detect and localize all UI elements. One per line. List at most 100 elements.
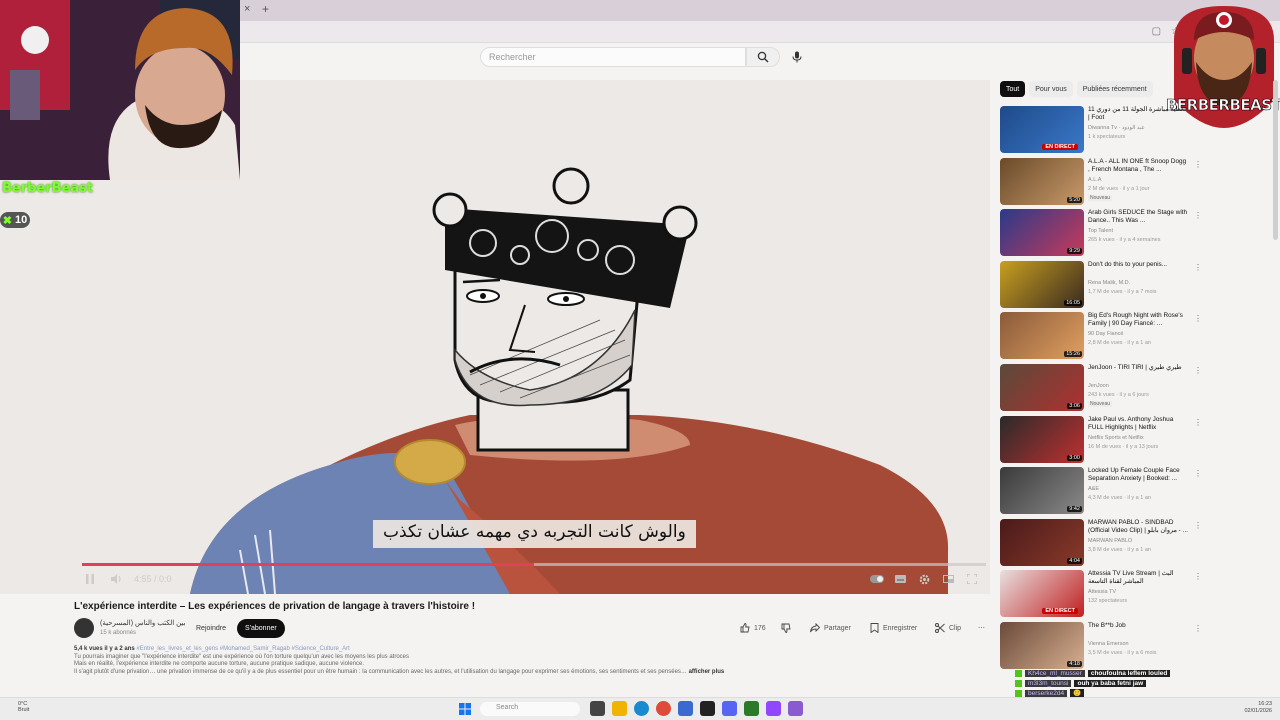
more-actions-button[interactable]: ⋯	[978, 620, 985, 636]
store-icon[interactable]	[678, 701, 693, 716]
weather-widget[interactable]: 0°C Bruit	[18, 701, 29, 713]
channel-avatar[interactable]	[74, 618, 94, 638]
page-scrollbar[interactable]	[1273, 80, 1278, 240]
more-options-icon[interactable]: ⋮	[1194, 160, 1202, 169]
recommendation-item[interactable]: 4:04 MARWAN PABLO - SINDBAD (Official Vid…	[1000, 518, 1202, 568]
more-options-icon[interactable]: ⋮	[1194, 211, 1202, 220]
recommendation-item[interactable]: 9:42 Locked Up Female Couple Face Separat…	[1000, 467, 1202, 516]
description-line: Il s'agit plutôt d'une privation… une pr…	[74, 669, 687, 676]
pause-button[interactable]	[82, 570, 98, 588]
recommendation-item[interactable]: 3:06 JenJoon - TIRI TIRI | طيري طيري JenJo…	[1000, 364, 1202, 413]
more-options-icon[interactable]: ⋮	[1194, 418, 1202, 427]
recommendation-meta: 132 spectateurs	[1088, 598, 1128, 605]
more-options-icon[interactable]: ⋮	[1194, 263, 1202, 272]
video-description[interactable]: 5,4 k vues il y a 2 ans #Entre_les_livre…	[74, 646, 954, 692]
chat-text: ouh ya baba fetni jaw	[1074, 679, 1147, 687]
recommendation-channel: Netflix Sports et Netflix	[1088, 434, 1144, 441]
subtitles-button[interactable]	[894, 570, 906, 588]
settings-button[interactable]	[918, 570, 930, 588]
tab-close-button[interactable]: ×	[244, 3, 250, 15]
chat-message: m3l3m_tounsi ouh ya baba fetni jaw	[1015, 678, 1269, 688]
recommendation-thumbnail[interactable]: 3:00	[1000, 415, 1084, 463]
recommendation-item[interactable]: 4:18 The B**b Job Vienna Emerson 3,5 M de v…	[1000, 622, 1202, 671]
recommendation-thumbnail[interactable]: 16:05	[1000, 260, 1084, 308]
edge-icon[interactable]	[634, 701, 649, 716]
viewer-count-badge: ✖ 10	[0, 212, 30, 228]
taskbar-search[interactable]: Search	[480, 702, 580, 716]
save-button[interactable]: Enregistrer	[870, 620, 917, 636]
more-options-icon[interactable]: ⋮	[1194, 521, 1202, 530]
recommendation-item[interactable]: 9:29 Arab Girls SEDUCE the Stage with Dan…	[1000, 209, 1202, 258]
stream-chat-overlay: Kh4ce_ml_musser choufoulna leflem louled…	[1015, 668, 1269, 698]
show-more-link[interactable]: afficher plus	[689, 669, 725, 675]
recommendation-thumbnail[interactable]: 5:20	[1000, 157, 1084, 205]
fullscreen-button[interactable]	[966, 570, 978, 588]
taskbar-clock[interactable]: 16:23 02/01/2026	[1244, 701, 1272, 715]
clip-button[interactable]: Clip	[935, 620, 961, 636]
volume-button[interactable]	[108, 570, 124, 588]
more-options-icon[interactable]: ⋮	[1194, 572, 1202, 581]
miniplayer-button[interactable]	[942, 570, 954, 588]
chrome-icon[interactable]	[656, 701, 671, 716]
more-options-icon[interactable]: ⋮	[1194, 366, 1202, 375]
recommendation-thumbnail[interactable]: 4:04	[1000, 518, 1084, 566]
more-options-icon[interactable]: ⋮	[1194, 624, 1202, 633]
recommendation-title: JenJoon - TIRI TIRI | طيري طيري	[1088, 364, 1182, 371]
twitch-icon[interactable]	[766, 701, 781, 716]
extension-icon[interactable]: ▢	[1152, 26, 1161, 37]
task-view-icon[interactable]	[590, 701, 605, 716]
subscribe-button[interactable]: S'abonner	[237, 619, 285, 638]
recommendation-channel: Attessia TV	[1088, 589, 1117, 596]
recommendation-item[interactable]: EN DIRECT Attessia TV Live Stream | البث …	[1000, 570, 1202, 619]
recommendation-title: The B**b Job	[1088, 622, 1126, 629]
recommendation-thumbnail[interactable]: EN DIRECT	[1000, 106, 1084, 153]
voice-search-button[interactable]	[788, 48, 806, 66]
join-button[interactable]: Rejoindre	[190, 619, 232, 637]
recommendation-thumbnail[interactable]: 4:18	[1000, 622, 1084, 669]
share-button[interactable]: Partager	[810, 620, 851, 636]
more-options-icon[interactable]: ⋮	[1194, 108, 1202, 117]
recommendation-item[interactable]: 16:05 Don't do this to your penis... Rena …	[1000, 260, 1202, 310]
recommendation-thumbnail[interactable]: 9:42	[1000, 467, 1084, 515]
search-input[interactable]: Rechercher	[480, 47, 746, 67]
recommendation-thumbnail[interactable]: 15:26	[1000, 312, 1084, 360]
like-button[interactable]: 176	[740, 620, 766, 636]
obs-icon[interactable]	[700, 701, 715, 716]
app-icon[interactable]	[788, 701, 803, 716]
recommendation-channel: Rena Malik, M.D.	[1088, 279, 1131, 286]
description-tags[interactable]: #Entre_les_livres_et_les_gens #Mohamed_S…	[136, 646, 349, 652]
recommendation-meta: 1,7 M de vues · il y a 7 mois	[1088, 288, 1157, 295]
recommendation-thumbnail[interactable]: 9:29	[1000, 209, 1084, 257]
chip-all[interactable]: Tout	[1000, 81, 1026, 97]
new-badge: Nouveau	[1088, 401, 1113, 407]
chip-for-you[interactable]: Pour vous	[1029, 81, 1073, 97]
dislike-button[interactable]	[781, 620, 791, 636]
recommendation-meta: 1 k spectateurs	[1088, 134, 1126, 140]
recommendation-thumbnail[interactable]: 3:06	[1000, 364, 1084, 411]
more-options-icon[interactable]: ⋮	[1194, 469, 1202, 478]
more-options-icon[interactable]: ⋮	[1194, 314, 1202, 323]
gear-icon	[919, 574, 929, 584]
new-tab-button[interactable]: +	[262, 2, 269, 16]
video-duration: 4:04	[1067, 557, 1082, 564]
chat-badge-icon	[1015, 679, 1022, 687]
autoplay-toggle[interactable]	[870, 570, 884, 588]
chip-recently-uploaded[interactable]: Publiées récemment	[1076, 81, 1153, 97]
recommendation-thumbnail[interactable]: EN DIRECT	[1000, 570, 1084, 618]
windows-start-icon[interactable]	[459, 703, 471, 715]
recommendation-item[interactable]: 3:00 Jake Paul vs. Anthony Joshua FULL Hi…	[1000, 415, 1202, 465]
discord-icon[interactable]	[722, 701, 737, 716]
channel-name[interactable]: بين الكتب والناس (المسرحية)	[100, 619, 186, 627]
file-explorer-icon[interactable]	[612, 701, 627, 716]
clock-date: 02/01/2026	[1244, 708, 1272, 714]
recommendation-item[interactable]: 5:20 A.L.A - ALL IN ONE ft Snoop Dogg , F…	[1000, 157, 1202, 207]
recommendation-item[interactable]: 15:26 Big Ed's Rough Night with Rose's Fa…	[1000, 312, 1202, 361]
video-progress-bar[interactable]	[82, 563, 986, 566]
recommendation-item[interactable]: EN DIRECT 11 تغطية مباشرة الجولة 11 من دو…	[1000, 106, 1202, 155]
search-button[interactable]	[746, 47, 780, 67]
recommendation-meta: 243 k vues · il y a 6 jours	[1088, 392, 1149, 398]
streamlabs-icon[interactable]	[744, 701, 759, 716]
recommendation-title: Attessia TV Live Stream | البث المباشر ل…	[1088, 570, 1174, 586]
recommendation-title: MARWAN PABLO - SINDBAD (Official Video C…	[1088, 518, 1188, 534]
new-badge: Nouveau	[1088, 194, 1113, 201]
